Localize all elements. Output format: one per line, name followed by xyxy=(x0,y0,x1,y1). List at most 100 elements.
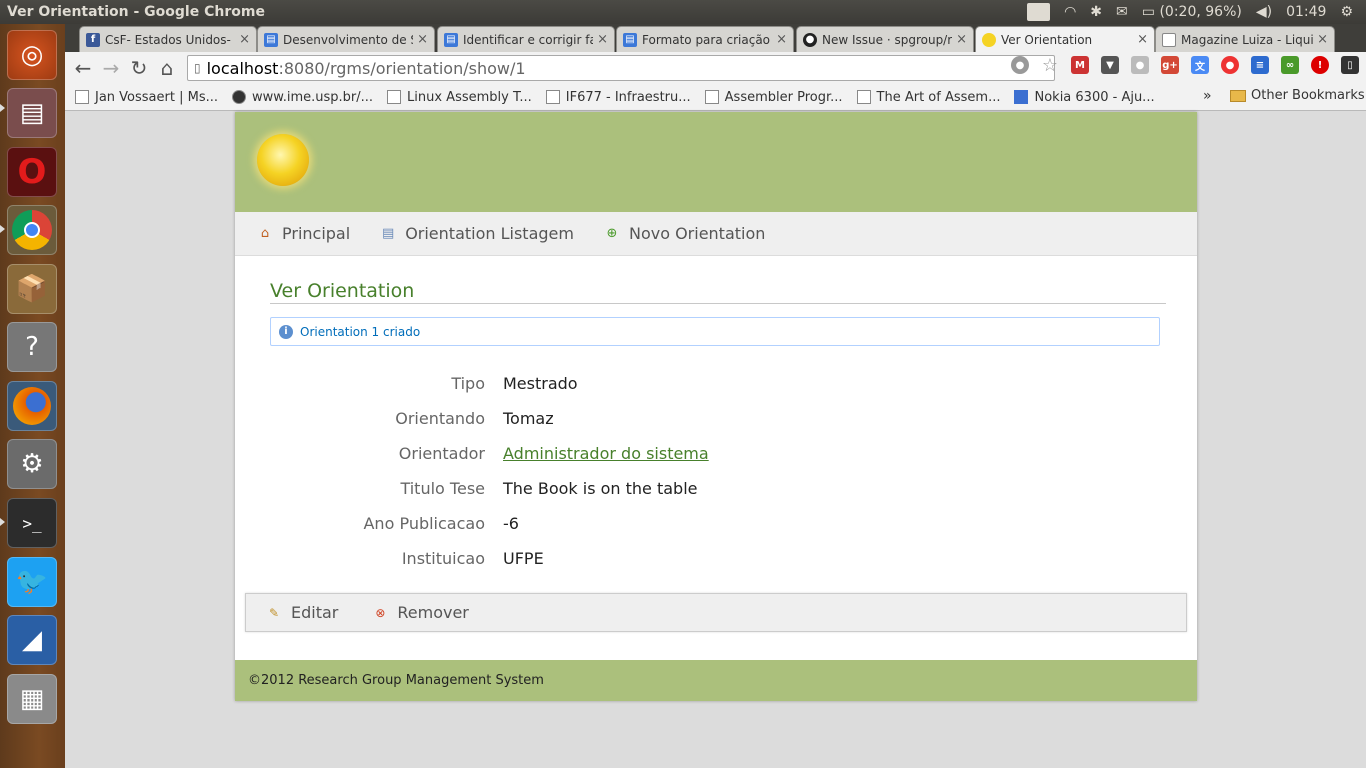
back-button[interactable]: ← xyxy=(69,54,97,82)
page-icon xyxy=(1162,32,1176,47)
tab[interactable]: ● New Issue · spgroup/rg × xyxy=(796,26,974,52)
system-settings-icon[interactable]: ⚙ xyxy=(7,439,57,489)
terminal-icon[interactable]: >_ xyxy=(7,498,57,548)
tab[interactable]: ▤ Identificar e corrigir fa × xyxy=(437,26,615,52)
button-bar: ✎ Editar ⊗ Remover xyxy=(245,593,1187,632)
google-plus-icon[interactable]: g+ xyxy=(1161,56,1179,74)
close-tab-icon[interactable]: × xyxy=(597,32,608,47)
ubuntu-dash-icon[interactable]: ◎ xyxy=(7,30,57,80)
opera-icon[interactable]: O xyxy=(7,147,57,197)
page-icon xyxy=(856,90,871,104)
wireshark-icon[interactable]: ◢ xyxy=(7,615,57,665)
link-icon[interactable]: ∞ xyxy=(1281,56,1299,74)
bookmark-item[interactable]: IF677 - Infraestru... xyxy=(545,90,691,105)
page-icon xyxy=(704,90,719,104)
sun-icon xyxy=(982,32,996,47)
tab[interactable]: ▤ Formato para criação d × xyxy=(616,26,794,52)
bookmark-item[interactable]: Linux Assembly T... xyxy=(387,90,532,105)
property-value: Mestrado xyxy=(503,374,578,393)
alert-icon[interactable]: ! xyxy=(1311,56,1329,74)
bulb-icon[interactable]: ● xyxy=(1011,56,1029,74)
keyboard-indicator[interactable]: Pt xyxy=(1027,3,1051,21)
pocket-icon[interactable]: ▼ xyxy=(1101,56,1119,74)
flash-message: i Orientation 1 criado xyxy=(270,317,1160,346)
lastpass-icon[interactable]: ● xyxy=(1221,56,1239,74)
twitter-icon[interactable]: 🐦 xyxy=(7,557,57,607)
running-indicator xyxy=(0,518,5,526)
battery-indicator[interactable]: ▭ (0:20, 96%) xyxy=(1142,4,1242,20)
firefox-icon[interactable] xyxy=(7,381,57,431)
file-manager-icon[interactable]: ▤ xyxy=(7,88,57,138)
property-value: -6 xyxy=(503,514,519,533)
nav-list-link[interactable]: ▤ Orientation Listagem xyxy=(380,224,574,243)
nav-home-link[interactable]: ⌂ Principal xyxy=(257,224,350,243)
bell-icon[interactable]: ● xyxy=(1131,56,1149,74)
reload-button[interactable]: ↻ xyxy=(125,54,153,82)
phone-icon[interactable]: ▯ xyxy=(1341,56,1359,74)
close-tab-icon[interactable]: × xyxy=(239,32,250,47)
edit-button[interactable]: ✎ Editar xyxy=(266,603,338,622)
tab-active[interactable]: Ver Orientation × xyxy=(975,26,1155,52)
mail-icon[interactable]: ✉ xyxy=(1116,4,1128,20)
orientador-link[interactable]: Administrador do sistema xyxy=(503,444,709,463)
power-icon[interactable]: ⚙ xyxy=(1340,4,1353,20)
property-value: Tomaz xyxy=(503,409,554,428)
property-row: Instituicao UFPE xyxy=(270,549,1167,584)
launcher: ◎ ▤ O 📦 ? ⚙ >_ 🐦 ◢ ▦ xyxy=(0,24,65,768)
sun-logo-icon xyxy=(257,134,309,186)
site-header xyxy=(235,112,1197,212)
bookmarks-overflow-button[interactable]: » xyxy=(1203,88,1212,104)
package-installer-icon[interactable]: 📦 xyxy=(7,264,57,314)
close-tab-icon[interactable]: × xyxy=(956,32,967,47)
close-tab-icon[interactable]: × xyxy=(1137,32,1148,47)
nav-create-link[interactable]: ⊕ Novo Orientation xyxy=(604,224,766,243)
bookmark-item[interactable]: Assembler Progr... xyxy=(704,90,843,105)
tab[interactable]: ▤ Desenvolvimento de Sc × xyxy=(257,26,435,52)
gmail-icon[interactable]: M xyxy=(1071,56,1089,74)
address-bar[interactable]: ▯ localhost:8080/rgms/orientation/show/1 xyxy=(187,55,1055,81)
close-tab-icon[interactable]: × xyxy=(1317,32,1328,47)
property-row: Orientando Tomaz xyxy=(270,409,1167,444)
flash-message-text: Orientation 1 criado xyxy=(300,324,421,339)
property-label: Instituicao xyxy=(401,549,485,568)
clock[interactable]: 01:49 xyxy=(1286,4,1326,20)
page-icon: ▯ xyxy=(194,61,201,75)
bookmark-item[interactable]: Jan Vossaert | Ms... xyxy=(75,90,218,105)
bookmark-item[interactable]: The Art of Assem... xyxy=(856,90,1000,105)
tab[interactable]: Magazine Luiza - Liquid × xyxy=(1155,26,1335,52)
site-footer: ©2012 Research Group Management System xyxy=(235,660,1197,701)
home-button[interactable]: ⌂ xyxy=(153,54,181,82)
bookmark-item[interactable]: www.ime.usp.br/... xyxy=(232,90,373,105)
tab[interactable]: f CsF- Estados Unidos- Ec × xyxy=(79,26,257,52)
translate-icon[interactable]: 文 xyxy=(1191,56,1209,74)
bookmark-item[interactable]: Nokia 6300 - Aju... xyxy=(1014,90,1155,105)
bluetooth-icon[interactable]: ✱ xyxy=(1090,4,1102,20)
delete-document-icon: ⊗ xyxy=(375,605,386,620)
delete-button[interactable]: ⊗ Remover xyxy=(372,603,469,622)
other-bookmarks-folder[interactable]: Other Bookmarks xyxy=(1230,88,1365,103)
url-path: :8080/rgms/orientation/show/1 xyxy=(278,58,526,78)
help-icon[interactable]: ? xyxy=(7,322,57,372)
property-value: UFPE xyxy=(503,549,544,568)
star-icon[interactable]: ☆ xyxy=(1041,55,1059,76)
extension-icons: ● ☆ M ▼ ● g+ 文 ● ≡ ∞ ! ▯ ABP ≡ xyxy=(1005,55,1366,76)
folder-icon xyxy=(1230,89,1246,102)
page-icon xyxy=(545,90,560,104)
close-tab-icon[interactable]: × xyxy=(417,32,428,47)
forward-button[interactable]: → xyxy=(97,54,125,82)
document-icon: ▤ xyxy=(623,32,637,47)
tab-strip: f CsF- Estados Unidos- Ec × ▤ Desenvolvimen… xyxy=(65,24,1366,52)
close-tab-icon[interactable]: × xyxy=(776,32,787,47)
document-icon: ▤ xyxy=(264,32,278,47)
wifi-icon[interactable]: ◠ xyxy=(1064,4,1076,20)
system-tray: Pt ◠ ✱ ✉ ▭ (0:20, 96%) ◀) 01:49 ⚙ xyxy=(1020,0,1366,24)
main-content: Ver Orientation i Orientation 1 criado T… xyxy=(235,256,1197,584)
property-label: Orientador xyxy=(398,444,485,463)
facebook-icon: f xyxy=(86,32,100,47)
chrome-icon[interactable] xyxy=(7,205,57,255)
document-icon: ▤ xyxy=(444,32,458,47)
volume-icon[interactable]: ◀) xyxy=(1256,4,1272,20)
workspace-switcher-icon[interactable]: ▦ xyxy=(7,674,57,724)
top-panel: Ver Orientation - Google Chrome Pt ◠ ✱ ✉… xyxy=(0,0,1366,24)
feed-icon[interactable]: ≡ xyxy=(1251,56,1269,74)
